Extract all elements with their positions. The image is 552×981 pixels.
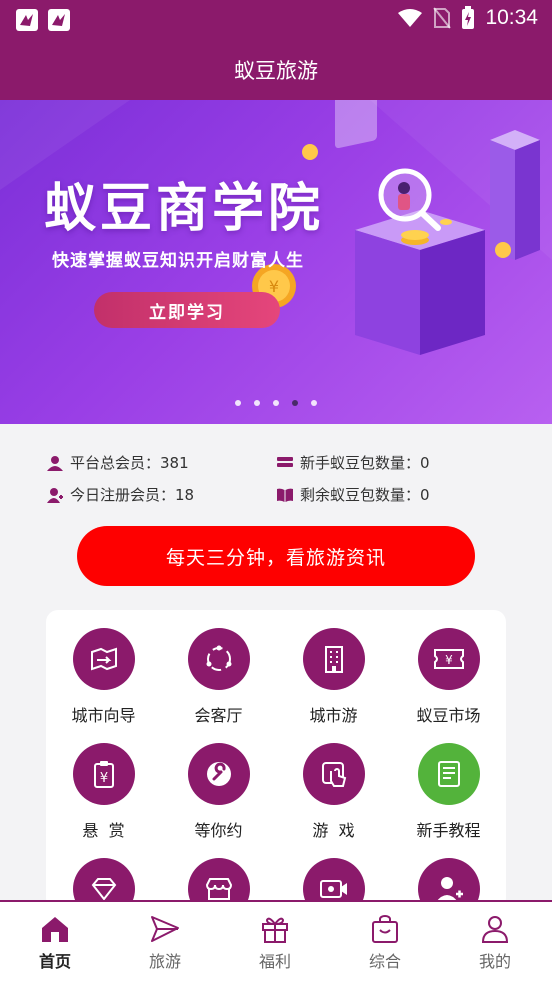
carousel-dot[interactable] <box>273 400 279 406</box>
stat-today-registered: 今日注册会员：18 <box>46 484 194 505</box>
wifi-icon <box>398 9 423 27</box>
user-add-icon <box>46 486 64 504</box>
grid-item-label: 悬 赏 <box>82 821 125 840</box>
svg-text:¥: ¥ <box>99 771 107 786</box>
svg-text:¥: ¥ <box>445 653 453 667</box>
stat-label: 平台总会员：381 <box>70 454 189 472</box>
grid-item-city-tour[interactable]: 城市游 <box>276 628 391 726</box>
tab-label: 我的 <box>478 952 511 971</box>
notification-app-icon <box>16 9 38 31</box>
ticket-icon: ¥ <box>417 628 480 690</box>
grid-item-lounge[interactable]: 会客厅 <box>161 628 276 726</box>
carousel-dot-active[interactable] <box>292 400 298 406</box>
grid-item-market[interactable]: ¥ 蚁豆市场 <box>391 628 506 726</box>
wrench-icon <box>187 743 250 805</box>
grid-item-city-guide[interactable]: 城市向导 <box>46 628 161 726</box>
battery-charging-icon <box>462 6 475 29</box>
grid-item-label: 城市游 <box>309 706 358 725</box>
page-title: 蚁豆旅游 <box>0 40 552 100</box>
grid-item-label: 新手教程 <box>416 821 481 840</box>
tab-label: 首页 <box>38 952 71 971</box>
stat-remaining-packs: 剩余蚁豆包数量：0 <box>276 484 430 505</box>
feature-grid: 城市向导 会客厅 城市游 ¥ 蚁豆市场 ¥ 悬 赏 等你约 游 戏 新手教程 <box>46 610 506 920</box>
tab-label: 旅游 <box>148 952 181 971</box>
building-icon <box>302 628 365 690</box>
grid-item-label: 城市向导 <box>71 706 136 725</box>
stat-label: 新手蚁豆包数量：0 <box>300 454 430 472</box>
clipboard-yen-icon: ¥ <box>72 743 135 805</box>
bag-icon <box>372 915 398 943</box>
user-icon <box>46 454 64 472</box>
stat-newbie-packs: 新手蚁豆包数量：0 <box>276 452 430 473</box>
book-icon <box>417 743 480 805</box>
grid-item-label: 等你约 <box>194 821 243 840</box>
tab-label: 综合 <box>368 952 401 971</box>
tab-general[interactable]: 综合 <box>330 914 440 972</box>
tab-label: 福利 <box>258 952 291 971</box>
gift-icon <box>262 917 288 943</box>
banner-subtitle: 快速掌握蚁豆知识开启财富人生 <box>52 251 304 271</box>
carousel-indicator <box>0 400 552 406</box>
stat-label: 剩余蚁豆包数量：0 <box>300 486 430 504</box>
paper-plane-icon <box>151 916 179 942</box>
layers-icon <box>276 454 294 472</box>
banner-title: 蚁豆商学院 <box>44 179 325 239</box>
learn-now-button[interactable]: 立即学习 <box>94 292 280 328</box>
tab-mine[interactable]: 我的 <box>440 914 550 972</box>
grid-item-label: 蚁豆市场 <box>416 706 481 725</box>
grid-item-date[interactable]: 等你约 <box>161 743 276 841</box>
tab-travel[interactable]: 旅游 <box>110 914 220 972</box>
carousel-dot[interactable] <box>311 400 317 406</box>
notification-app-icon <box>48 9 70 31</box>
carousel-dot[interactable] <box>254 400 260 406</box>
map-icon <box>72 628 135 690</box>
no-sim-icon <box>433 7 452 29</box>
grid-item-bounty[interactable]: ¥ 悬 赏 <box>46 743 161 841</box>
stat-total-members: 平台总会员：381 <box>46 452 189 473</box>
grid-item-label: 游 戏 <box>312 821 355 840</box>
status-bar: 10:34 <box>0 0 552 40</box>
book-open-icon <box>276 486 294 504</box>
promo-banner[interactable]: ¥ 蚁豆商学院 快速掌握蚁豆知识开启财富人生 立即学习 <box>0 100 552 424</box>
carousel-dot[interactable] <box>235 400 241 406</box>
member-stats: 平台总会员：381 今日注册会员：18 新手蚁豆包数量：0 剩余蚁豆包数量：0 <box>0 424 552 514</box>
home-icon <box>42 917 68 942</box>
bottom-tab-bar: 首页 旅游 福利 综合 我的 <box>0 900 552 981</box>
travel-news-button[interactable]: 每天三分钟，看旅游资讯 <box>77 526 475 586</box>
stat-label: 今日注册会员：18 <box>70 486 195 504</box>
tab-home[interactable]: 首页 <box>0 914 110 972</box>
grid-item-label: 会客厅 <box>194 706 243 725</box>
grid-item-tutorial[interactable]: 新手教程 <box>391 743 506 841</box>
user-icon <box>481 916 509 943</box>
circle-dots-icon <box>187 628 250 690</box>
tab-welfare[interactable]: 福利 <box>220 914 330 972</box>
clock: 10:34 <box>485 6 538 29</box>
touch-icon <box>302 743 365 805</box>
grid-item-games[interactable]: 游 戏 <box>276 743 391 841</box>
